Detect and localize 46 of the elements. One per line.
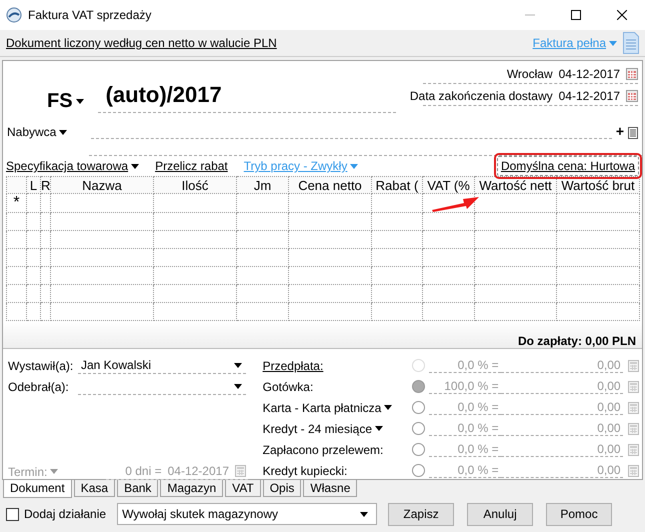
payment-method-menu[interactable]: Karta - Karta płatnicza	[262, 400, 408, 414]
tab[interactable]: Dokument	[3, 479, 72, 498]
tab[interactable]: Bank	[117, 480, 158, 497]
total-due: Do zapłaty: 0,00 PLN	[518, 334, 636, 348]
tab[interactable]: Własne	[303, 480, 358, 497]
date-field[interactable]: 04-12-2017	[558, 89, 620, 103]
column-header[interactable]: L	[26, 176, 40, 194]
payment-label: Gotówka:	[262, 380, 314, 394]
delivery-date-label: Data zakończenia dostawy	[410, 89, 553, 103]
column-header[interactable]: Ilość	[154, 176, 236, 194]
field-value: Jan Kowalski	[81, 358, 152, 372]
dropdown-value: Wywołaj skutek magazynowy	[122, 507, 278, 521]
field-label: Odebrał(a):	[8, 380, 70, 394]
tab[interactable]: VAT	[225, 480, 261, 497]
column-header[interactable]: VAT (%	[422, 176, 474, 194]
column-header[interactable]: R	[40, 176, 50, 194]
column-header[interactable]: Cena netto	[288, 176, 372, 194]
add-button[interactable]: +	[616, 123, 624, 139]
date-field[interactable]: 04-12-2017	[558, 67, 620, 81]
tab[interactable]: Kasa	[74, 480, 116, 497]
dialog-button[interactable]: Pomoc	[546, 502, 612, 526]
action-dropdown[interactable]: Wywołaj skutek magazynowy	[117, 503, 378, 525]
specification-menu[interactable]: Specyfikacja towarowa	[6, 159, 140, 173]
column-header[interactable]: Nazwa	[50, 176, 154, 194]
field-label: Wystawił(a):	[8, 358, 74, 372]
dialog-button[interactable]: Anuluj	[467, 502, 534, 526]
tab[interactable]: Opis	[262, 480, 302, 497]
column-header[interactable]: Jm	[236, 176, 288, 194]
tab[interactable]: Magazyn	[160, 480, 224, 497]
window-title: Faktura VAT sprzedaży	[28, 8, 152, 22]
new-row-marker: *	[13, 194, 20, 211]
person-dropdown[interactable]: Jan Kowalski	[78, 357, 246, 374]
checkbox-label: Dodaj działanie	[24, 507, 106, 521]
dialog-button[interactable]: Zapisz	[388, 502, 454, 526]
place-label: Wrocław	[506, 67, 553, 81]
recalculate-link[interactable]: Przelicz rabat	[155, 159, 228, 173]
payment-label: Kredyt kupiecki:	[262, 464, 348, 478]
document-type-selector[interactable]: FS	[47, 90, 84, 113]
document-number: (auto)/2017	[98, 82, 396, 113]
column-header[interactable]: Wartość nett	[474, 176, 556, 194]
column-header[interactable]: Rabat (	[372, 176, 422, 194]
default-price-link[interactable]: Domyślna cena: Hurtowa	[496, 156, 639, 176]
payment-label: Zapłacono przelewem:	[262, 442, 384, 456]
info-note: Dokument liczony według cen netto w walucie PLN	[6, 36, 277, 50]
payment-method-menu[interactable]: Kredyt - 24 miesiące	[262, 422, 408, 436]
buyer-menu[interactable]: Nabywca	[7, 125, 68, 139]
